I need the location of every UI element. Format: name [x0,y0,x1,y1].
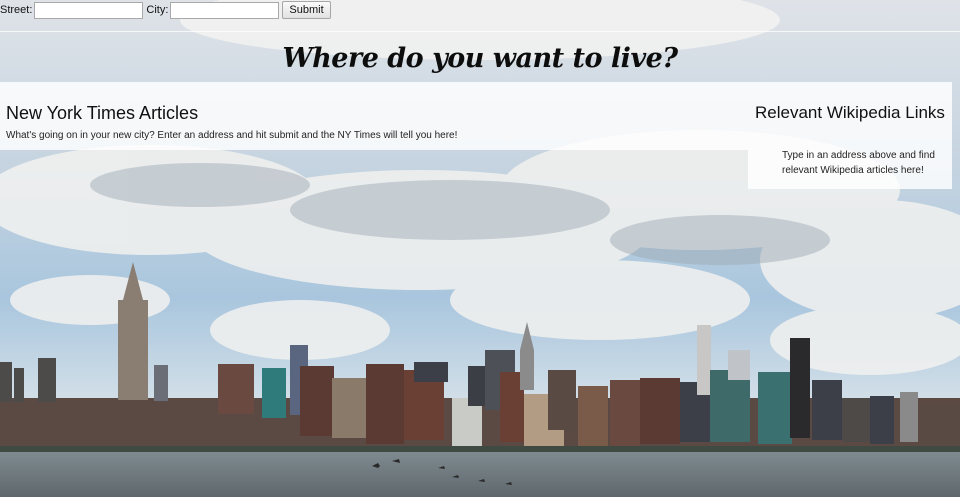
wiki-description: Type in an address above and find releva… [782,150,935,176]
page-title: Where do you want to live? [282,43,678,74]
nyt-description: What's going on in your new city? Enter … [6,130,458,141]
nyt-articles-panel: New York Times Articles What's going on … [0,82,748,150]
city-label: City: [146,4,169,16]
address-form: Street: City: Submit [0,0,331,20]
submit-button[interactable]: Submit [282,1,331,19]
street-input[interactable] [34,1,144,19]
city-input[interactable] [170,1,280,19]
background-skyline-image [0,0,960,497]
wikipedia-links-panel: Relevant Wikipedia Links Type in an addr… [748,82,952,189]
wiki-title: Relevant Wikipedia Links [755,103,945,122]
street-label: Street: [0,4,33,16]
divider [0,31,960,32]
nyt-title: New York Times Articles [6,103,199,123]
